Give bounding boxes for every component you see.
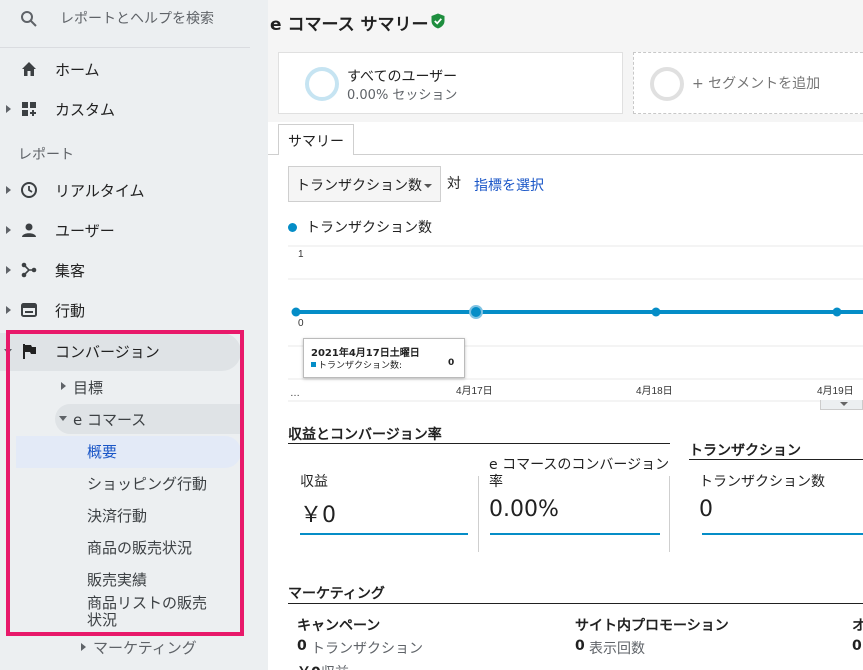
person-icon	[22, 223, 36, 237]
vs-label: 対	[447, 176, 461, 192]
dashboard-icon	[22, 102, 36, 116]
search-input[interactable]: レポートとヘルプを検索	[60, 8, 214, 28]
tooltip-label: トランザクション数:	[318, 361, 403, 371]
x-tick-label: …	[290, 388, 300, 399]
y-tick-label: 0	[298, 318, 304, 329]
acquisition-icon	[21, 262, 37, 278]
chevron-right-icon	[6, 266, 11, 274]
section-divider	[689, 459, 863, 460]
data-point[interactable]	[469, 305, 483, 319]
kpi-sparkline	[300, 533, 468, 535]
line-chart[interactable]: 1 0 … 4月17日 4月18日 4月19日	[288, 240, 863, 405]
sidebar-item-custom[interactable]: カスタム	[0, 94, 250, 124]
segment-sessions: 0.00% セッション	[347, 88, 458, 103]
tooltip-value: 0	[448, 358, 455, 368]
chevron-right-icon	[6, 105, 11, 113]
section-title-revenue: 収益とコンバージョン率	[288, 427, 442, 443]
sidebar-item-marketing[interactable]: マーケティング	[93, 637, 197, 658]
marketing-campaigns-revenue-value: ￥0	[297, 662, 321, 670]
choose-metric-link[interactable]: 指標を選択	[474, 175, 544, 195]
verified-shield-icon	[431, 13, 445, 29]
header: e コマース サマリー	[268, 0, 863, 42]
y-tick-label: 1	[298, 249, 304, 260]
marketing-campaigns-revenue-unit: 収益	[321, 662, 349, 670]
metric-dropdown-value: トランザクション数	[296, 178, 422, 194]
sidebar-item-behavior[interactable]: 行動	[0, 295, 250, 325]
kpi-divider	[669, 476, 670, 552]
search-icon	[21, 11, 37, 27]
section-label-reports: レポート	[18, 147, 74, 163]
segment-ring-icon	[650, 67, 684, 101]
marketing-promotion-unit: 表示回数	[589, 641, 645, 657]
add-segment-label: + セグメントを追加	[692, 76, 821, 92]
highlight-annotation-box	[6, 330, 244, 636]
legend-label: トランザクション数	[306, 220, 432, 236]
data-point[interactable]	[832, 307, 842, 317]
section-title-transactions: トランザクション	[689, 443, 801, 459]
chevron-right-icon	[6, 306, 11, 314]
data-point[interactable]	[291, 307, 301, 317]
x-tick-label: 4月18日	[636, 385, 673, 397]
segment-all-users[interactable]: すべてのユーザー 0.00% セッション	[278, 52, 623, 114]
kpi-value-transactions: 0	[699, 497, 713, 522]
browser-window-icon	[21, 303, 37, 317]
marketing-campaigns-heading: キャンペーン	[297, 618, 381, 634]
data-point[interactable]	[651, 307, 661, 317]
segment-bar: すべてのユーザー 0.00% セッション + セグメントを追加	[268, 42, 863, 122]
x-tick-label: 4月19日	[817, 385, 854, 397]
kpi-sparkline	[490, 533, 660, 535]
chevron-down-icon	[424, 184, 432, 188]
segment-ring-icon	[305, 67, 339, 101]
kpi-value-revenue: ￥0	[300, 503, 336, 528]
marketing-promotion-heading: サイト内プロモーション	[575, 618, 729, 634]
marketing-third-heading: オ	[852, 618, 863, 634]
tab-divider	[268, 154, 863, 155]
sidebar-item-label: カスタム	[55, 101, 116, 119]
add-segment-button[interactable]: + セグメントを追加	[633, 52, 863, 114]
kpi-label-line: 率	[489, 474, 503, 490]
kpi-label-revenue: 収益	[300, 474, 328, 490]
marketing-campaigns-unit: トランザクション	[311, 641, 423, 657]
marketing-promotion-value: 0	[575, 638, 585, 654]
chevron-right-icon	[6, 186, 11, 194]
sidebar: レポートとヘルプを検索 ホーム カスタム レポート リアルタイム ユーザー 集客…	[0, 0, 268, 670]
kpi-value-conversion-rate: 0.00%	[489, 497, 559, 522]
section-divider	[288, 443, 670, 444]
marketing-third-value: 0	[852, 638, 862, 654]
search-bar[interactable]: レポートとヘルプを検索	[0, 0, 250, 48]
metric-dropdown[interactable]: トランザクション数	[288, 166, 441, 202]
clock-icon	[21, 182, 37, 198]
kpi-label-transactions: トランザクション数	[699, 474, 825, 490]
kpi-label-line: e コマースのコンバージョン	[489, 457, 670, 473]
sidebar-item-label: ユーザー	[55, 222, 115, 240]
sidebar-item-label: 行動	[55, 302, 86, 320]
kpi-sparkline	[702, 533, 863, 535]
tab-summary[interactable]: サマリー	[278, 124, 354, 155]
kpi-divider	[478, 476, 479, 552]
chart-tooltip: 2021年4月17日土曜日 トランザクション数: 0	[303, 338, 465, 378]
section-title-marketing: マーケティング	[288, 586, 385, 602]
tooltip-date: 2021年4月17日土曜日	[311, 348, 420, 359]
kpi-label-conversion-rate: e コマースのコンバージョン 率	[489, 457, 669, 491]
main-content: e コマース サマリー すべてのユーザー 0.00% セッション + セグメント…	[268, 0, 863, 670]
sidebar-item-label: 集客	[55, 262, 86, 280]
marketing-campaigns-value: 0	[297, 638, 307, 654]
section-divider	[288, 603, 863, 604]
sidebar-item-home[interactable]: ホーム	[0, 54, 250, 84]
sidebar-item-acquisition[interactable]: 集客	[0, 255, 250, 285]
sidebar-item-label: リアルタイム	[55, 182, 145, 200]
sidebar-item-realtime[interactable]: リアルタイム	[0, 175, 250, 205]
chevron-right-icon	[6, 226, 11, 234]
sidebar-item-label: ホーム	[55, 61, 100, 79]
chart-expand-toggle[interactable]	[820, 400, 863, 410]
tooltip-series-marker	[311, 362, 316, 367]
segment-name: すべてのユーザー	[347, 69, 458, 85]
home-icon	[22, 62, 36, 76]
chevron-down-icon	[840, 402, 848, 406]
chevron-right-icon	[81, 643, 86, 651]
sidebar-item-users[interactable]: ユーザー	[0, 215, 250, 245]
page-title: e コマース サマリー	[270, 15, 429, 35]
x-tick-label: 4月17日	[456, 385, 493, 397]
legend-marker	[288, 223, 297, 232]
